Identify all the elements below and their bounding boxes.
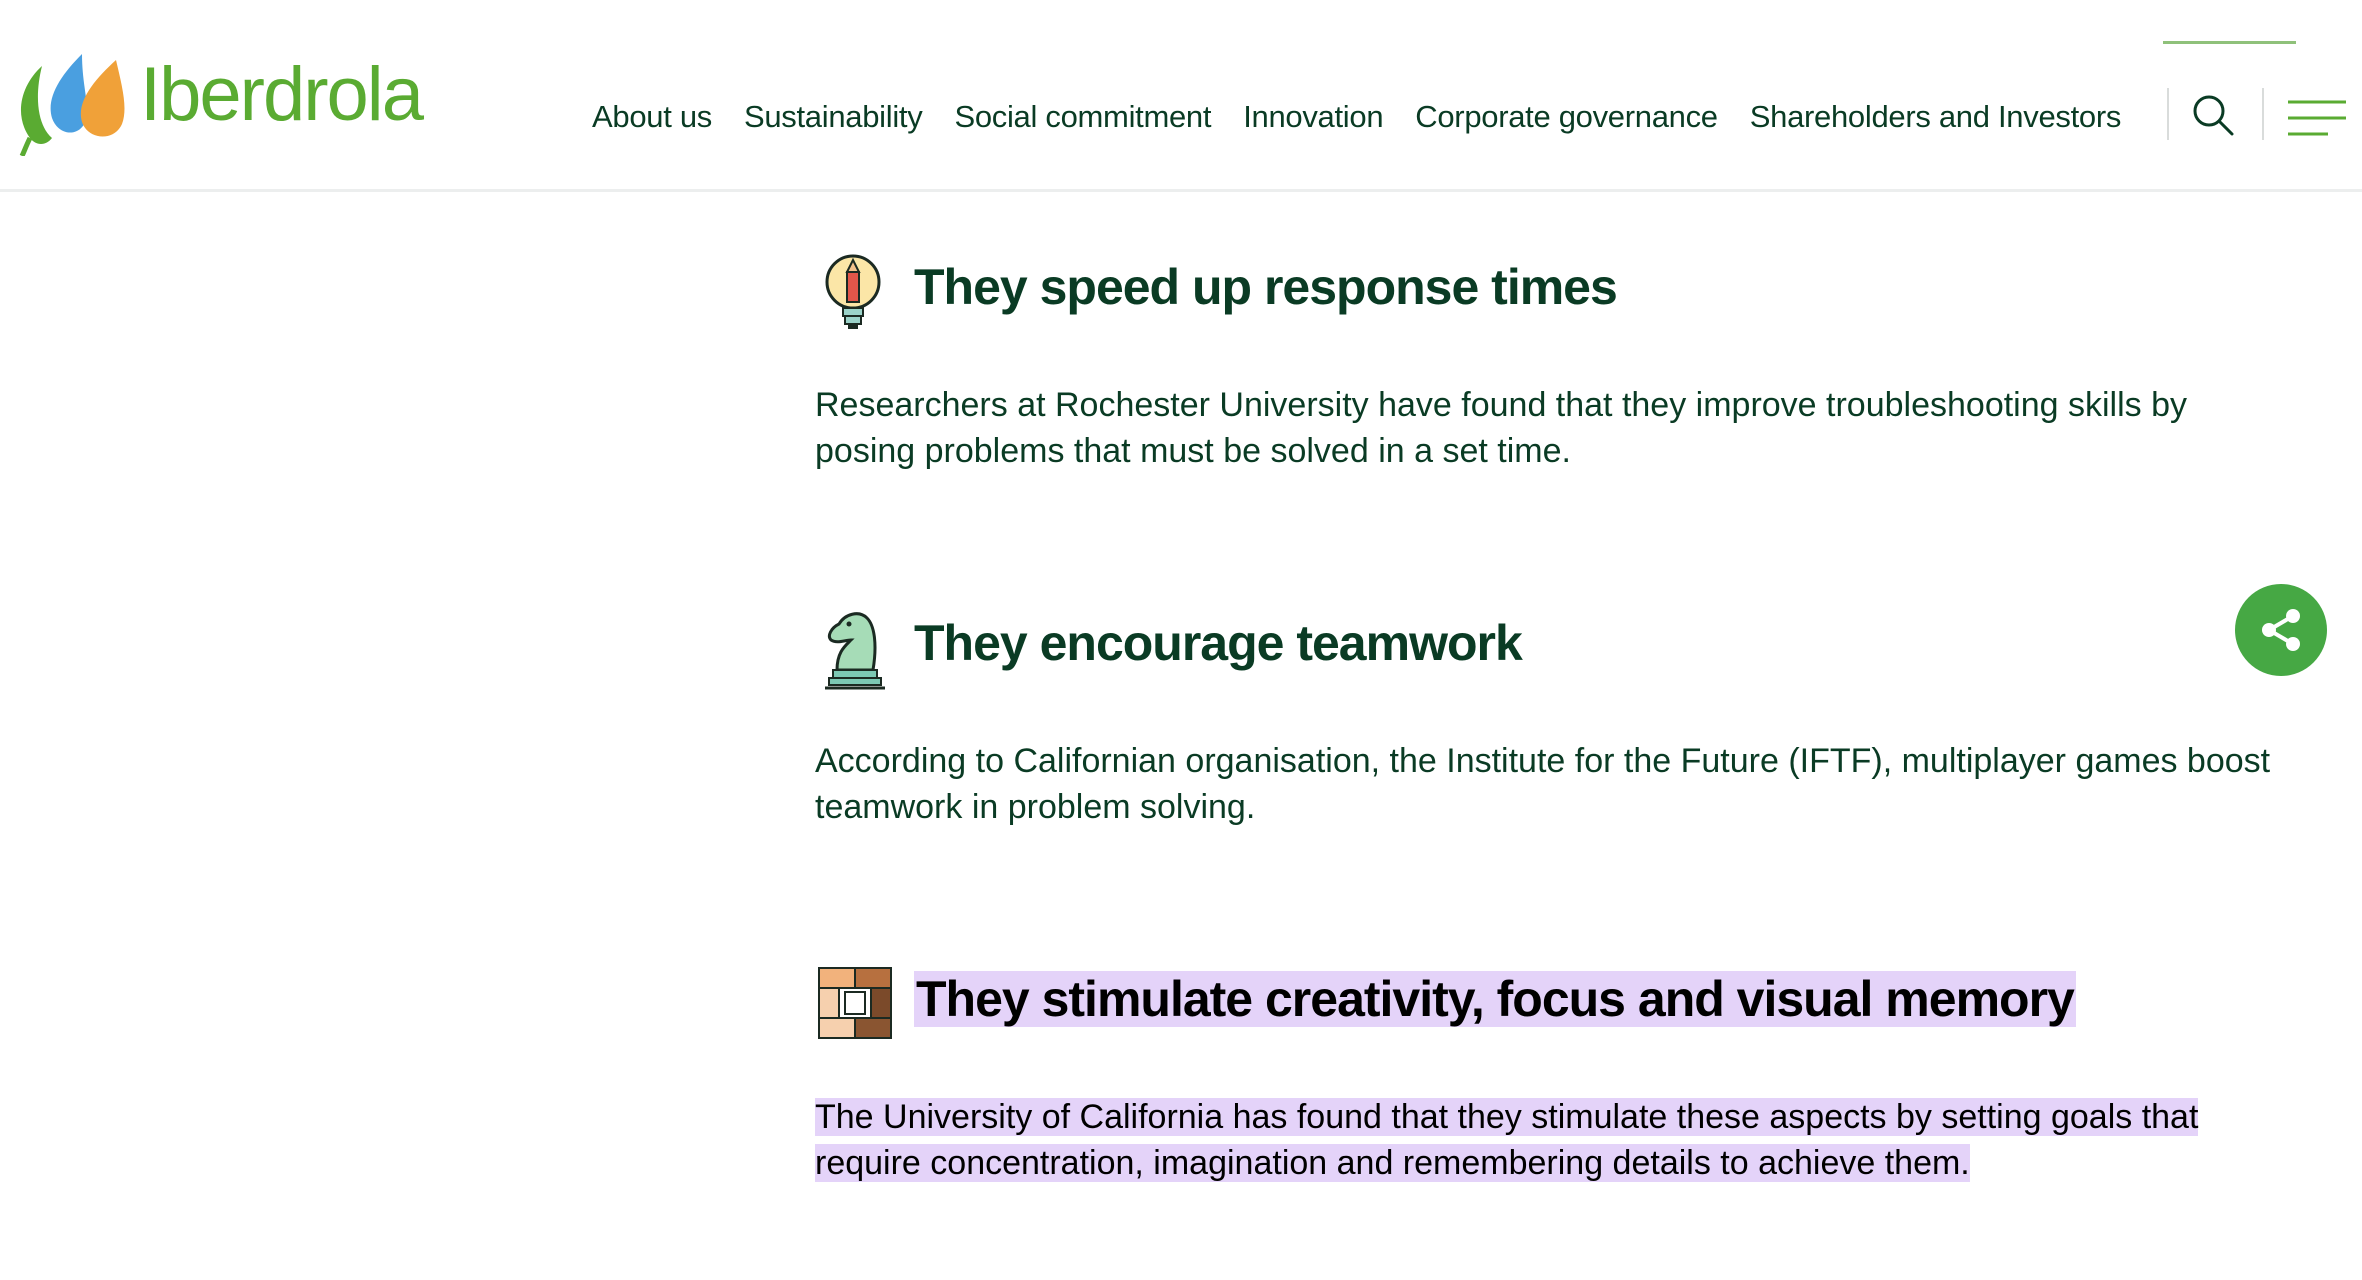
chess-knight-icon xyxy=(825,612,885,690)
nav-item-shareholders-investors[interactable]: Shareholders and Investors xyxy=(1750,99,2122,135)
section-text: The University of California has found t… xyxy=(815,1094,2275,1186)
nav-item-social-commitment[interactable]: Social commitment xyxy=(954,99,1211,135)
nav-item-innovation[interactable]: Innovation xyxy=(1243,99,1383,135)
section-title: They speed up response times xyxy=(914,259,1618,315)
brand-wordmark: Iberdrola xyxy=(140,52,424,137)
nav-item-sustainability[interactable]: Sustainability xyxy=(744,99,923,135)
main-nav: About us Sustainability Social commitmen… xyxy=(592,95,2121,139)
section-title: They encourage teamwork xyxy=(914,615,1523,671)
nav-divider xyxy=(2167,88,2169,140)
section-text: Researchers at Rochester University have… xyxy=(815,386,2188,470)
nav-item-corporate-governance[interactable]: Corporate governance xyxy=(1415,99,1718,135)
section-title: They stimulate creativity, focus and vis… xyxy=(914,966,2076,1032)
section-text: According to Californian organisation, t… xyxy=(815,742,2271,826)
share-button[interactable] xyxy=(2235,584,2327,676)
lightbulb-icon xyxy=(825,254,881,329)
header-accent-line xyxy=(2163,41,2296,44)
search-button[interactable] xyxy=(2188,90,2238,140)
highlighted-body-text: The University of California has found t… xyxy=(815,1098,2199,1182)
nav-item-about-us[interactable]: About us xyxy=(592,99,712,135)
brand-logo-link[interactable]: Iberdrola xyxy=(12,46,442,156)
highlighted-title-text: They stimulate creativity, focus and vis… xyxy=(914,971,2076,1027)
joined-hands-icon xyxy=(818,967,892,1039)
share-icon xyxy=(2262,609,2300,651)
page: Iberdrola About us Sustainability Social… xyxy=(0,0,2362,1280)
search-divider xyxy=(2262,88,2264,140)
iberdrola-leaves-icon xyxy=(19,54,125,156)
site-header: Iberdrola About us Sustainability Social… xyxy=(0,0,2362,192)
search-icon xyxy=(2193,95,2234,136)
hamburger-menu-icon xyxy=(2288,100,2346,136)
menu-button[interactable] xyxy=(2284,96,2350,142)
